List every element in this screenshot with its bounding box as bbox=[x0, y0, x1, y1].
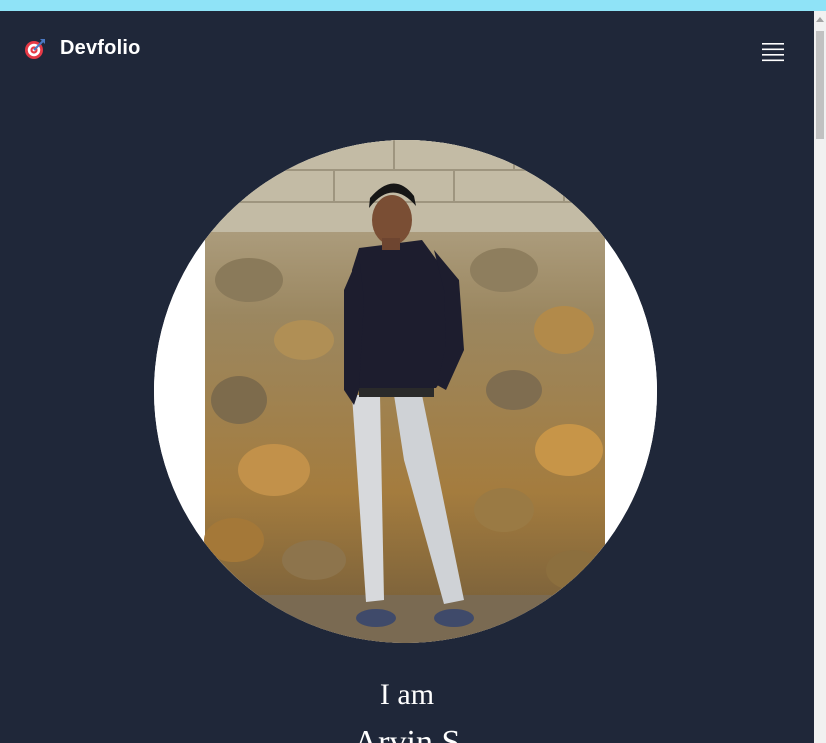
navbar: Devfolio bbox=[0, 11, 814, 91]
vertical-scrollbar[interactable] bbox=[814, 11, 826, 743]
hamburger-menu-button[interactable] bbox=[761, 41, 785, 63]
scroll-up-arrow-icon[interactable] bbox=[816, 17, 824, 22]
page: Devfolio I am Arvin S bbox=[0, 11, 814, 743]
hamburger-menu-icon bbox=[762, 43, 784, 62]
hero-name: Arvin S bbox=[353, 724, 461, 743]
brand-link[interactable]: Devfolio bbox=[24, 37, 141, 60]
target-icon bbox=[24, 38, 46, 60]
brand-name: Devfolio bbox=[60, 37, 141, 59]
browser-top-strip bbox=[0, 0, 826, 11]
hero-greeting: I am bbox=[379, 678, 435, 711]
scroll-thumb[interactable] bbox=[816, 31, 824, 139]
profile-photo bbox=[154, 140, 657, 643]
